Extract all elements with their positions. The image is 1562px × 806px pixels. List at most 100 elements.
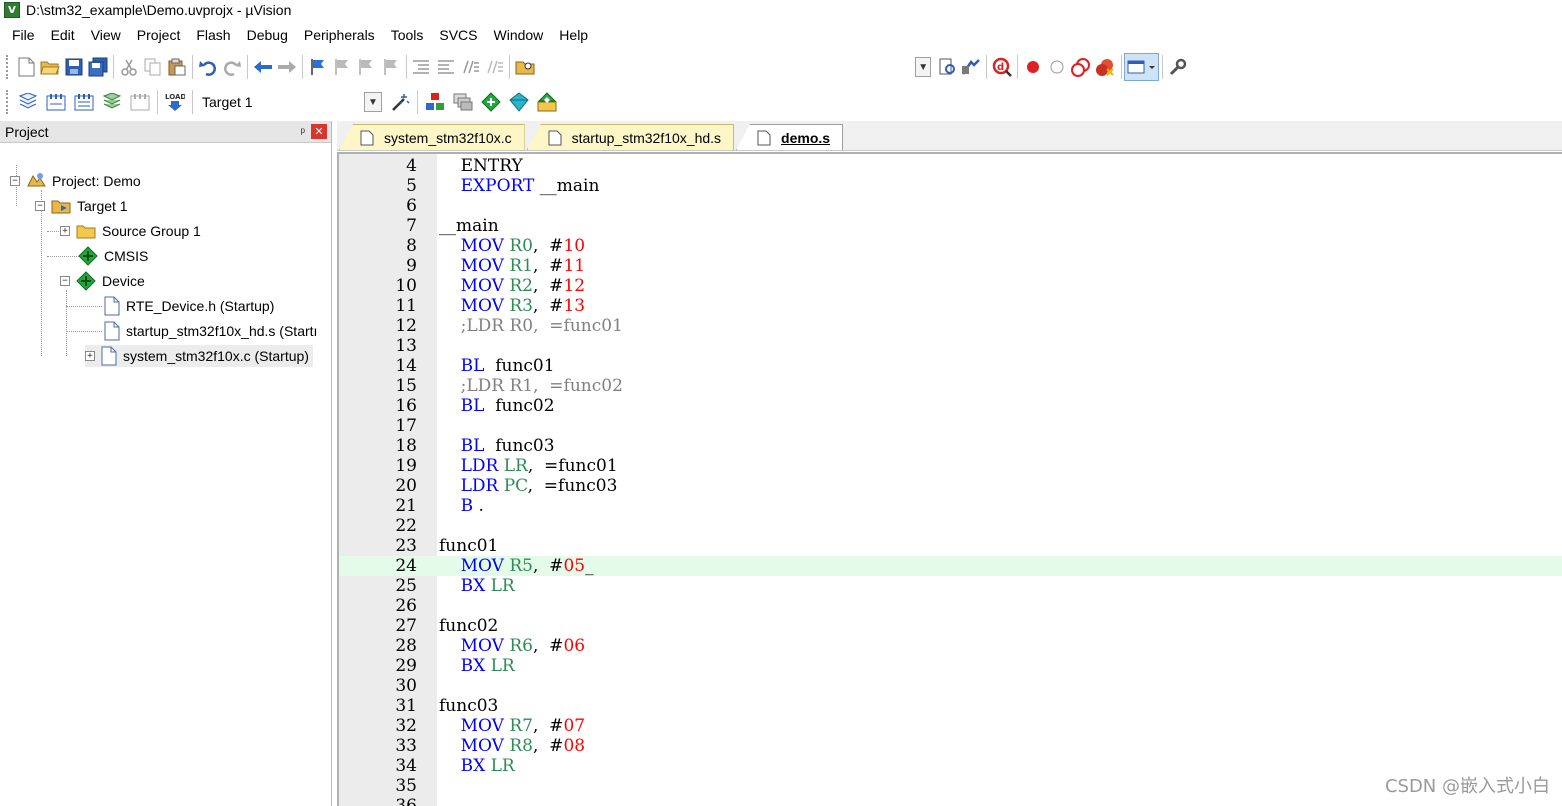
tree-item-project[interactable]: − Project: Demo [10,170,141,192]
code-line[interactable]: 33 MOV R8, #08 [339,736,1562,756]
code-line[interactable]: 10 MOV R2, #12 [339,276,1562,296]
find-in-files-button[interactable] [513,53,537,81]
menu-window[interactable]: Window [486,22,552,48]
new-file-button[interactable] [14,53,38,81]
menu-peripherals[interactable]: Peripherals [296,22,383,48]
tree-item-rte-device[interactable]: RTE_Device.h (Startup) [98,295,274,317]
tree-item-system-file[interactable]: + system_stm32f10x.c (Startup) [85,345,313,367]
collapse-toggle[interactable]: − [60,276,70,286]
menu-edit[interactable]: Edit [43,22,83,48]
code-line[interactable]: 31 func03 [339,696,1562,716]
cut-button[interactable] [117,53,141,81]
previous-bookmark-button[interactable] [330,53,354,81]
target-select-value[interactable]: Target 1 [196,94,364,110]
code-line[interactable]: 7 __main [339,216,1562,236]
insert-breakpoint-button[interactable] [1021,53,1045,81]
code-line[interactable]: 5 EXPORT __main [339,176,1562,196]
tree-item-startup-file[interactable]: startup_stm32f10x_hd.s (Startı [98,320,317,342]
find-button[interactable] [935,53,959,81]
next-bookmark-button[interactable] [354,53,378,81]
find-combo-dropdown[interactable]: ▼ [915,57,932,77]
indent-button[interactable] [409,53,433,81]
configure-button[interactable] [1166,53,1190,81]
expand-toggle[interactable]: + [85,351,95,361]
code-line[interactable]: 4 ENTRY [339,156,1562,176]
save-all-button[interactable] [86,53,110,81]
tree-item-source-group[interactable]: + Source Group 1 [60,220,201,242]
build-button[interactable] [42,88,70,116]
expand-toggle[interactable]: + [60,226,70,236]
code-line[interactable]: 35 [339,776,1562,796]
code-line[interactable]: 27 func02 [339,616,1562,636]
code-line[interactable]: 36 [339,796,1562,806]
select-software-packs-button[interactable] [505,88,533,116]
manage-run-time-env-button[interactable] [477,88,505,116]
code-line[interactable]: 11 MOV R3, #13 [339,296,1562,316]
code-line[interactable]: 6 [339,196,1562,216]
code-line[interactable]: 13 [339,336,1562,356]
redo-button[interactable] [220,53,244,81]
kill-breakpoints-button[interactable] [1093,53,1117,81]
toolbar-grip[interactable] [6,90,10,114]
code-line[interactable]: 19 LDR LR, =func01 [339,456,1562,476]
navigate-forward-button[interactable] [275,53,299,81]
code-line[interactable]: 32 MOV R7, #07 [339,716,1562,736]
code-line[interactable]: 26 [339,596,1562,616]
collapse-toggle[interactable]: − [10,176,20,186]
code-line[interactable]: 34 BX LR [339,756,1562,776]
menu-help[interactable]: Help [551,22,596,48]
save-button[interactable] [62,53,86,81]
open-file-button[interactable] [38,53,62,81]
window-layout-dropdown[interactable] [1124,53,1160,81]
unindent-button[interactable] [434,53,458,81]
code-line[interactable]: 17 [339,416,1562,436]
toolbar-grip[interactable] [6,55,10,79]
menu-file[interactable]: File [4,22,43,48]
tree-item-cmsis[interactable]: CMSIS [72,245,148,267]
tab-startup-stm32f10x-hd-s[interactable]: startup_stm32f10x_hd.s [526,124,735,150]
download-button[interactable]: LOAD [161,88,189,116]
code-line[interactable]: 15 ;LDR R1, =func02 [339,376,1562,396]
navigate-back-button[interactable] [251,53,275,81]
target-options-button[interactable] [386,88,414,116]
code-line[interactable]: 21 B . [339,496,1562,516]
uncomment-button[interactable] [482,53,506,81]
pin-icon[interactable]: ᵖ [300,125,305,139]
code-line[interactable]: 8 MOV R0, #10 [339,236,1562,256]
translate-button[interactable] [14,88,42,116]
tree-item-device[interactable]: − Device [60,270,145,292]
code-line[interactable]: 22 [339,516,1562,536]
menu-view[interactable]: View [83,22,129,48]
debug-session-button[interactable]: d [990,53,1014,81]
code-line[interactable]: 28 MOV R6, #06 [339,636,1562,656]
code-editor[interactable]: 4 ENTRY 5 EXPORT __main 6 7 __main 8 MOV R0, … [337,152,1562,806]
code-line[interactable]: 23 func01 [339,536,1562,556]
code-line[interactable]: 12 ;LDR R0, =func01 [339,316,1562,336]
stop-build-button[interactable] [126,88,154,116]
tab-demo-s[interactable]: demo.s [736,124,844,150]
tab-system-stm32f10x-c[interactable]: system_stm32f10x.c [339,124,525,150]
code-line[interactable]: 24 MOV R5, #05_ [339,556,1562,576]
close-icon[interactable]: ✕ [311,124,327,139]
menu-tools[interactable]: Tools [383,22,432,48]
pack-installer-button[interactable] [533,88,561,116]
tree-item-target[interactable]: − Target 1 [35,195,128,217]
manage-project-items-button[interactable] [421,88,449,116]
incremental-find-button[interactable] [959,53,983,81]
code-line[interactable]: 25 BX LR [339,576,1562,596]
collapse-toggle[interactable]: − [35,201,45,211]
paste-button[interactable] [165,53,189,81]
code-line[interactable]: 9 MOV R1, #11 [339,256,1562,276]
code-line[interactable]: 14 BL func01 [339,356,1562,376]
menu-debug[interactable]: Debug [239,22,296,48]
code-line[interactable]: 16 BL func02 [339,396,1562,416]
code-line[interactable]: 18 BL func03 [339,436,1562,456]
insert-bookmark-button[interactable] [306,53,330,81]
clear-bookmarks-button[interactable] [378,53,402,81]
enable-breakpoint-button[interactable] [1045,53,1069,81]
code-line[interactable]: 20 LDR PC, =func03 [339,476,1562,496]
rebuild-button[interactable] [70,88,98,116]
undo-button[interactable] [196,53,220,81]
code-line[interactable]: 29 BX LR [339,656,1562,676]
code-line[interactable]: 30 [339,676,1562,696]
